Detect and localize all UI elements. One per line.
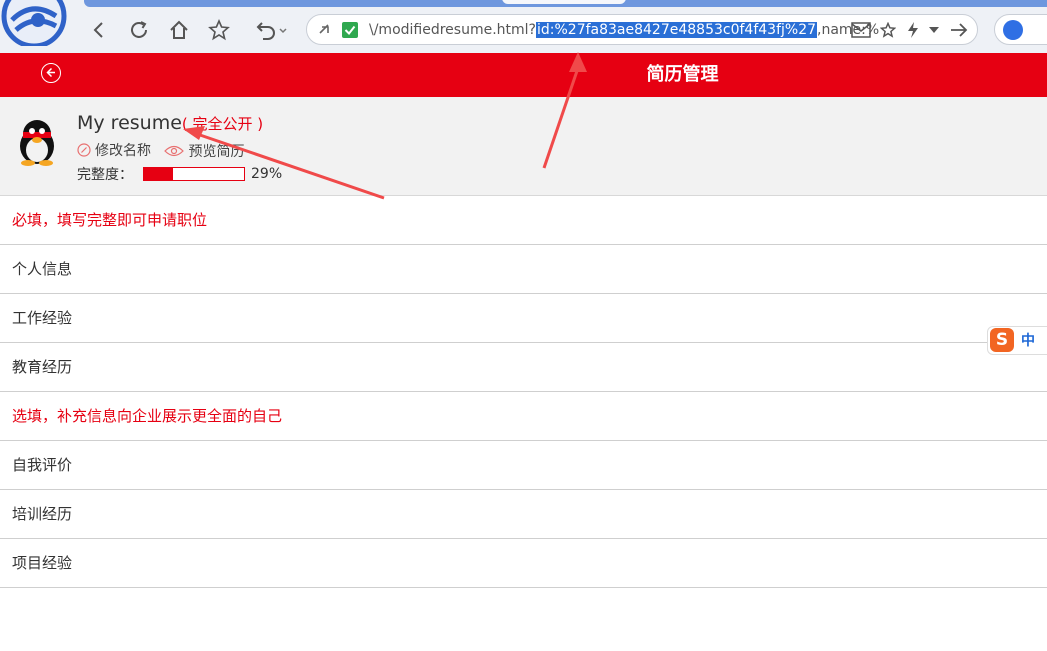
page-title: 简历管理: [646, 64, 719, 85]
resume-summary: My resume( 完全公开 ) 修改名称 预览简历 完整度： 29%: [0, 97, 1047, 196]
ime-toolbar[interactable]: S 中: [987, 326, 1047, 355]
section-item[interactable]: 教育经历: [0, 343, 1047, 392]
ime-mode[interactable]: 中: [1021, 330, 1035, 350]
dropdown-caret-icon[interactable]: [929, 27, 939, 33]
preview-link[interactable]: 预览简历: [164, 141, 244, 161]
completeness-bar: [143, 167, 245, 181]
resume-actions: 修改名称 预览简历: [77, 140, 253, 161]
address-bar[interactable]: \/modifiedresume.html?id:%27fa83ae8427e4…: [306, 14, 978, 45]
section-item-label: 教育经历: [12, 358, 73, 376]
resume-name-text: My resume: [77, 112, 182, 134]
url-text[interactable]: \/modifiedresume.html?id:%27fa83ae8427e4…: [369, 21, 879, 40]
browser-toolbar: \/modifiedresume.html?id:%27fa83ae8427e4…: [0, 0, 1047, 53]
section-item[interactable]: 个人信息: [0, 245, 1047, 294]
go-arrow-icon[interactable]: [950, 22, 968, 38]
section-item-label: 自我评价: [12, 456, 73, 474]
section-item[interactable]: 自我评价: [0, 441, 1047, 490]
completeness-label: 完整度：: [77, 167, 133, 183]
visibility-status[interactable]: ( 完全公开 ): [182, 115, 263, 133]
section-item[interactable]: 培训经历: [0, 490, 1047, 539]
section-header: 选填，补充信息向企业展示更全面的自己: [0, 392, 1047, 441]
bookmark-star-icon[interactable]: [880, 22, 896, 38]
section-item-label: 工作经验: [12, 309, 73, 327]
section-item-label: 项目经验: [12, 554, 73, 572]
section-item-label: 培训经历: [12, 505, 73, 523]
browser-logo-icon: [1, 0, 67, 46]
resume-name: My resume( 完全公开 ): [77, 112, 263, 134]
site-info-icon[interactable]: [317, 22, 333, 38]
edit-circle-icon: [77, 143, 91, 157]
avatar[interactable]: [15, 116, 59, 166]
url-selection: id:%27fa83ae8427e48853c0f4f43fj%27: [535, 22, 818, 38]
url-prefix: \/modifiedresume.html?: [369, 22, 536, 38]
back-nav-icon[interactable]: [86, 17, 112, 43]
tab-strip: [84, 0, 1047, 7]
eye-icon: [164, 145, 185, 157]
section-item[interactable]: 工作经验: [0, 294, 1047, 343]
mail-icon[interactable]: [851, 22, 871, 38]
preview-label: 预览简历: [188, 144, 245, 160]
completeness-fill: [144, 168, 173, 180]
section-header: 必填，填写完整即可申请职位: [0, 196, 1047, 245]
completeness-percent: 29%: [251, 166, 283, 182]
sogou-logo-icon: S: [990, 328, 1014, 352]
home-icon[interactable]: [166, 17, 192, 43]
reload-icon[interactable]: [126, 17, 152, 43]
paw-icon: [1003, 20, 1023, 40]
page-header: 简历管理: [0, 53, 1047, 97]
rename-link[interactable]: 修改名称: [77, 140, 151, 160]
active-tab[interactable]: [502, 0, 626, 4]
section-header-label: 必填，填写完整即可申请职位: [12, 211, 208, 229]
completeness-row: 完整度： 29%: [77, 164, 282, 184]
rename-label: 修改名称: [95, 143, 151, 159]
undo-dropdown-icon[interactable]: [252, 17, 292, 43]
section-item[interactable]: 项目经验: [0, 539, 1047, 588]
favorite-star-icon[interactable]: [206, 17, 232, 43]
lightning-icon[interactable]: [907, 22, 919, 38]
secure-check-icon: [342, 22, 358, 38]
section-header-label: 选填，补充信息向企业展示更全面的自己: [12, 407, 283, 425]
section-item-label: 个人信息: [12, 260, 73, 278]
search-engine-button[interactable]: [994, 14, 1047, 45]
